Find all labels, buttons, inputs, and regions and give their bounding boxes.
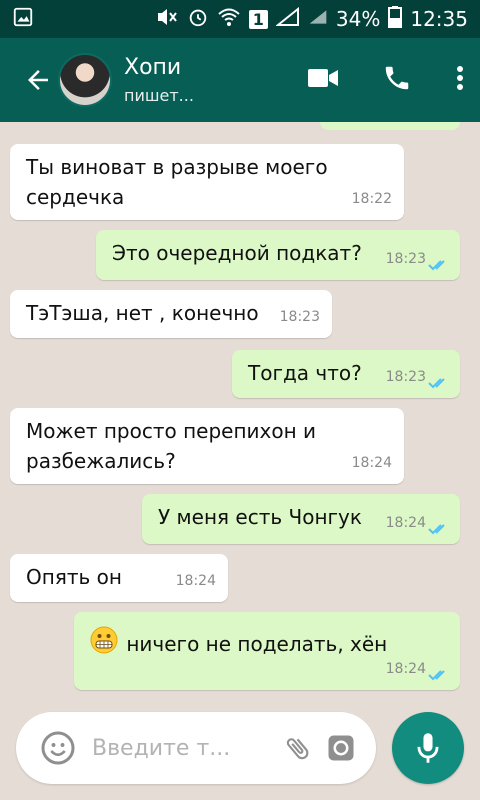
incoming-message[interactable]: Опять он 18:24 bbox=[10, 554, 228, 602]
battery-icon bbox=[388, 5, 403, 33]
previous-message-bubble bbox=[320, 122, 460, 130]
avatar[interactable] bbox=[58, 53, 112, 107]
outgoing-message[interactable]: ничего не поделать, хён 18:24 bbox=[74, 612, 460, 690]
read-ticks-icon bbox=[428, 378, 445, 389]
message-text: Опять он bbox=[26, 565, 122, 589]
back-button[interactable] bbox=[20, 62, 56, 98]
alarm-icon bbox=[187, 6, 209, 33]
read-ticks-icon bbox=[428, 524, 445, 535]
attach-icon bbox=[286, 738, 309, 760]
phone-icon bbox=[385, 66, 409, 90]
message-text: ТэТэша, нет , конечно bbox=[26, 301, 259, 325]
message-time: 18:23 bbox=[385, 369, 426, 385]
signal-icon bbox=[308, 7, 328, 32]
attach-button[interactable] bbox=[284, 734, 312, 762]
emoji-button[interactable] bbox=[40, 730, 76, 766]
message-text-line: сердечка bbox=[26, 185, 125, 209]
voice-message-button[interactable] bbox=[392, 712, 464, 784]
message-time: 18:23 bbox=[279, 309, 320, 325]
battery-percent: 34% bbox=[335, 7, 381, 31]
message-text: Тогда что? bbox=[248, 361, 362, 385]
camera-button[interactable] bbox=[326, 733, 356, 763]
message-time: 18:23 bbox=[385, 251, 426, 267]
signal-icon bbox=[275, 6, 300, 32]
read-ticks-icon bbox=[428, 260, 445, 271]
image-icon bbox=[12, 6, 34, 32]
chat-area[interactable]: Ты виноват в разрыве моего сердечка 18:2… bbox=[0, 122, 480, 704]
typing-status: пишет... bbox=[124, 86, 194, 105]
read-ticks-icon bbox=[428, 670, 445, 681]
emoji-icon bbox=[41, 731, 75, 765]
back-arrow-icon bbox=[28, 70, 48, 90]
wifi-icon bbox=[217, 7, 241, 32]
incoming-message[interactable]: ТэТэша, нет , конечно 18:23 bbox=[10, 290, 332, 338]
incoming-message[interactable]: Может просто перепихон и разбежались? 18… bbox=[10, 408, 404, 484]
incoming-message[interactable]: Ты виноват в разрыве моего сердечка 18:2… bbox=[10, 144, 404, 220]
contact-name: Хопи bbox=[124, 55, 182, 80]
outgoing-message[interactable]: Это очередной подкат? 18:23 bbox=[96, 230, 460, 280]
message-text: ничего не поделать, хён bbox=[126, 632, 388, 656]
contact-info[interactable]: Хопи пишет... bbox=[124, 55, 194, 105]
sim-icon: 1 bbox=[248, 9, 268, 29]
message-time: 18:22 bbox=[351, 191, 392, 207]
camera-icon bbox=[328, 735, 354, 761]
message-text: Это очередной подкат? bbox=[112, 241, 362, 265]
message-text: У меня есть Чонгук bbox=[158, 505, 362, 529]
message-time: 18:24 bbox=[385, 661, 426, 677]
message-time: 18:24 bbox=[175, 573, 216, 589]
mic-icon bbox=[417, 733, 439, 763]
voice-call-button[interactable] bbox=[382, 63, 412, 97]
message-text-line: Может просто перепихон и bbox=[26, 419, 317, 443]
message-text-line: разбежались? bbox=[26, 449, 176, 473]
message-time: 18:24 bbox=[385, 515, 426, 531]
message-composer: Введите т... bbox=[16, 712, 376, 784]
message-time: 18:24 bbox=[351, 455, 392, 471]
videocam-icon bbox=[308, 69, 338, 87]
message-text-line: Ты виноват в разрыве моего bbox=[26, 155, 328, 179]
message-input[interactable]: Введите т... bbox=[92, 736, 230, 761]
grimace-emoji-icon bbox=[90, 626, 118, 662]
more-options-button[interactable] bbox=[456, 65, 464, 95]
chat-header: Хопи пишет... bbox=[0, 38, 480, 122]
more-vert-icon bbox=[457, 66, 463, 90]
status-bar: 1 34% 12:35 bbox=[0, 0, 480, 38]
outgoing-message[interactable]: Тогда что? 18:23 bbox=[232, 350, 460, 398]
outgoing-message[interactable]: У меня есть Чонгук 18:24 bbox=[142, 494, 460, 544]
video-call-button[interactable] bbox=[308, 67, 338, 93]
mute-icon bbox=[155, 7, 179, 32]
clock: 12:35 bbox=[410, 7, 468, 31]
